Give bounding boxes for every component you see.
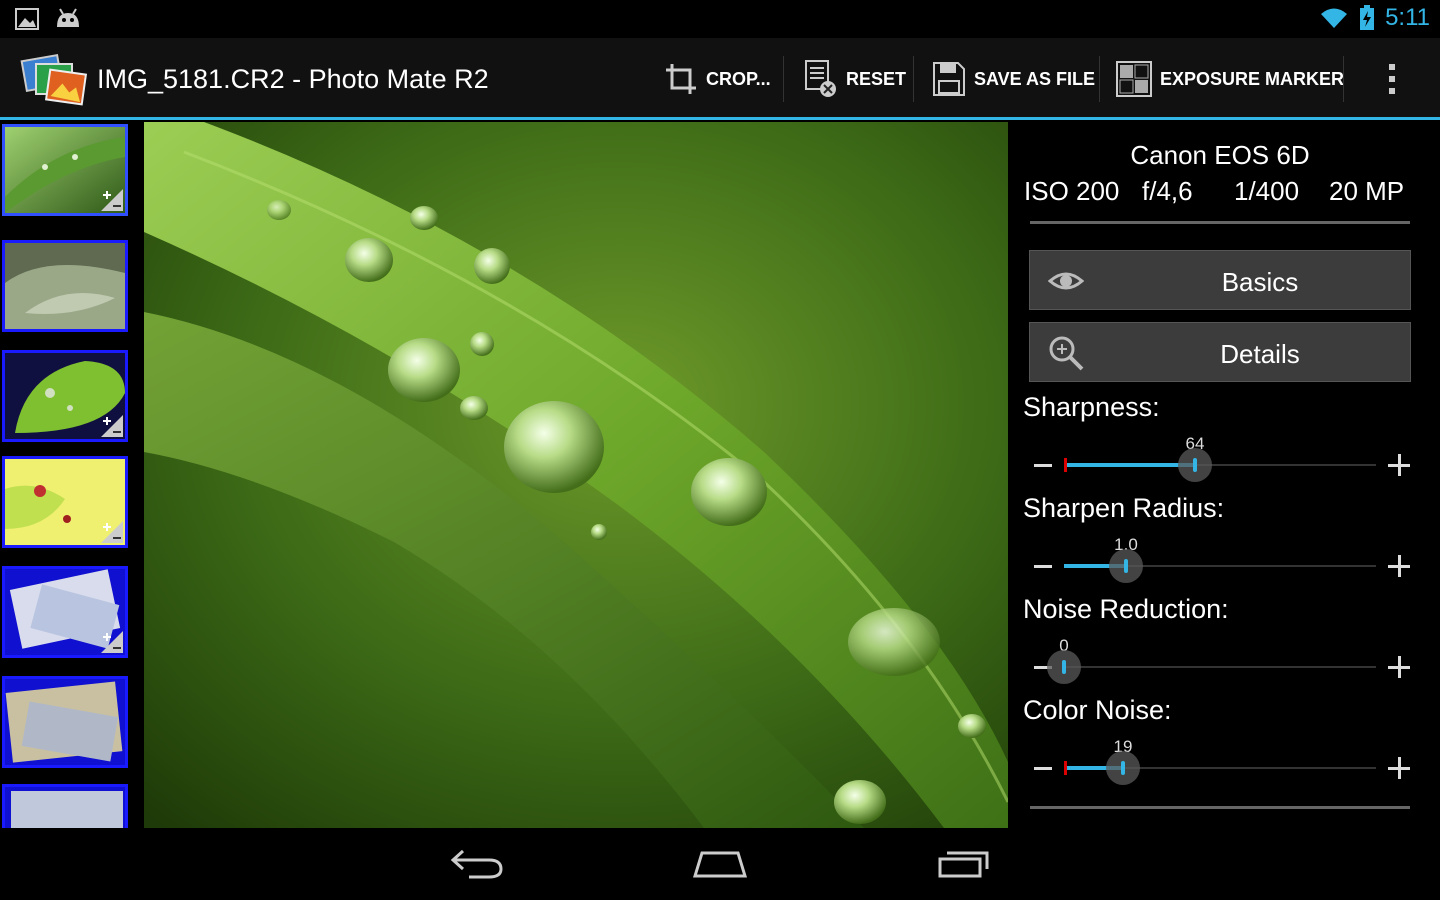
- slider-thumb[interactable]: [1106, 751, 1140, 785]
- thumbnail[interactable]: [2, 676, 128, 768]
- exposure-marker-button[interactable]: EXPOSURE MARKER: [1116, 38, 1344, 120]
- photo-preview[interactable]: [144, 122, 1008, 828]
- exposure-marker-label: EXPOSURE MARKER: [1160, 68, 1345, 89]
- recent-apps-icon: [938, 851, 989, 878]
- megapixels-value: 20 MP: [1329, 176, 1405, 206]
- clock: 5:11: [1385, 4, 1430, 31]
- back-button[interactable]: [437, 842, 517, 886]
- wifi-icon: [1321, 8, 1348, 28]
- overflow-menu-button[interactable]: [1372, 38, 1412, 120]
- sharpness-slider[interactable]: 64: [1030, 434, 1414, 486]
- slider-track[interactable]: 0: [1047, 636, 1376, 684]
- camera-model: Canon EOS 6D: [1130, 140, 1310, 170]
- zoom-in-icon: [1049, 336, 1084, 371]
- iso-value: ISO 200: [1024, 176, 1120, 206]
- home-button[interactable]: [680, 842, 760, 886]
- thumbnail-image: [5, 679, 125, 765]
- crop-label: CROP...: [706, 68, 771, 89]
- slider-track[interactable]: 1.0: [1064, 535, 1376, 583]
- thumbnail-image: [5, 243, 125, 329]
- eye-icon: [1048, 272, 1084, 290]
- details-button[interactable]: Details: [1029, 322, 1411, 382]
- divider: [783, 56, 784, 102]
- divider: [913, 56, 914, 102]
- basics-button[interactable]: Basics: [1029, 250, 1411, 310]
- divider: [1030, 806, 1410, 809]
- gallery-icon: [15, 8, 39, 30]
- slider-thumb[interactable]: [1047, 650, 1081, 684]
- thumbnail[interactable]: [2, 784, 128, 828]
- divider: [1099, 56, 1100, 102]
- adjusted-marker-icon: [101, 631, 123, 653]
- battery-charging-icon: [1360, 5, 1375, 30]
- increase-sharpen-radius-button[interactable]: [1388, 555, 1410, 577]
- sharpen-radius-slider[interactable]: 1.0: [1030, 535, 1414, 587]
- reset-button[interactable]: RESET: [804, 38, 906, 120]
- reset-label: RESET: [846, 68, 907, 89]
- slider-track[interactable]: 19: [1064, 737, 1376, 785]
- slider-track[interactable]: 64: [1064, 434, 1376, 482]
- photo-image: [144, 122, 1008, 828]
- basics-label: Basics: [1221, 267, 1299, 297]
- decrease-color-noise-button[interactable]: [1034, 767, 1052, 770]
- reset-icon: [805, 60, 836, 97]
- decrease-sharpness-button[interactable]: [1034, 464, 1052, 467]
- color-noise-slider[interactable]: 19: [1030, 737, 1414, 789]
- thumbnail[interactable]: [2, 240, 128, 332]
- aperture-value: f/4,6: [1142, 176, 1193, 206]
- thumbnail[interactable]: [2, 350, 128, 442]
- thumbnail[interactable]: [2, 566, 128, 658]
- save-as-file-button[interactable]: SAVE AS FILE: [932, 38, 1095, 120]
- thumbnail[interactable]: [2, 456, 128, 548]
- slider-thumb[interactable]: [1109, 549, 1143, 583]
- noise-reduction-label: Noise Reduction:: [1023, 594, 1229, 624]
- divider: [1343, 56, 1344, 102]
- back-icon: [450, 849, 503, 879]
- android-icon: [57, 8, 79, 27]
- save-icon: [933, 62, 965, 96]
- status-bar: 5:11: [0, 0, 1440, 38]
- thumbnail-image: [5, 787, 125, 828]
- crop-icon: [666, 64, 696, 94]
- decrease-sharpen-radius-button[interactable]: [1034, 565, 1052, 568]
- adjusted-marker-icon: [101, 415, 123, 437]
- navigation-bar: [0, 828, 1440, 900]
- sharpen-radius-label: Sharpen Radius:: [1023, 493, 1225, 523]
- crop-button[interactable]: CROP...: [664, 38, 771, 120]
- adjusted-marker-icon: [101, 189, 123, 211]
- divider: [1030, 221, 1410, 224]
- home-icon: [692, 851, 748, 878]
- adjustment-panel: Canon EOS 6D ISO 200 f/4,6 1/400 20 MP B…: [1008, 122, 1440, 828]
- more-vertical-icon: [1389, 64, 1395, 94]
- action-bar: IMG_5181.CR2 - Photo Mate R2 CROP... RES…: [0, 38, 1440, 120]
- thumbnail-strip[interactable]: [0, 122, 144, 828]
- slider-zero-mark: [1064, 458, 1067, 472]
- noise-reduction-slider[interactable]: 0: [1030, 636, 1414, 688]
- shutter-value: 1/400: [1234, 176, 1300, 206]
- details-label: Details: [1220, 339, 1300, 369]
- color-noise-label: Color Noise:: [1023, 695, 1172, 725]
- slider-thumb[interactable]: [1178, 448, 1212, 482]
- thumbnail[interactable]: [2, 124, 128, 216]
- page-title: IMG_5181.CR2 - Photo Mate R2: [97, 64, 489, 94]
- recent-apps-button[interactable]: [924, 842, 1004, 886]
- increase-sharpness-button[interactable]: [1388, 454, 1410, 476]
- adjusted-marker-icon: [101, 521, 123, 543]
- slider-zero-mark: [1064, 761, 1067, 775]
- exposure-marker-icon: [1116, 61, 1152, 97]
- increase-color-noise-button[interactable]: [1388, 757, 1410, 779]
- increase-noise-reduction-button[interactable]: [1388, 656, 1410, 678]
- slider-fill: [1064, 463, 1195, 467]
- sharpness-label: Sharpness:: [1023, 392, 1160, 422]
- app-logo-icon[interactable]: [18, 50, 88, 110]
- save-label: SAVE AS FILE: [974, 68, 1096, 89]
